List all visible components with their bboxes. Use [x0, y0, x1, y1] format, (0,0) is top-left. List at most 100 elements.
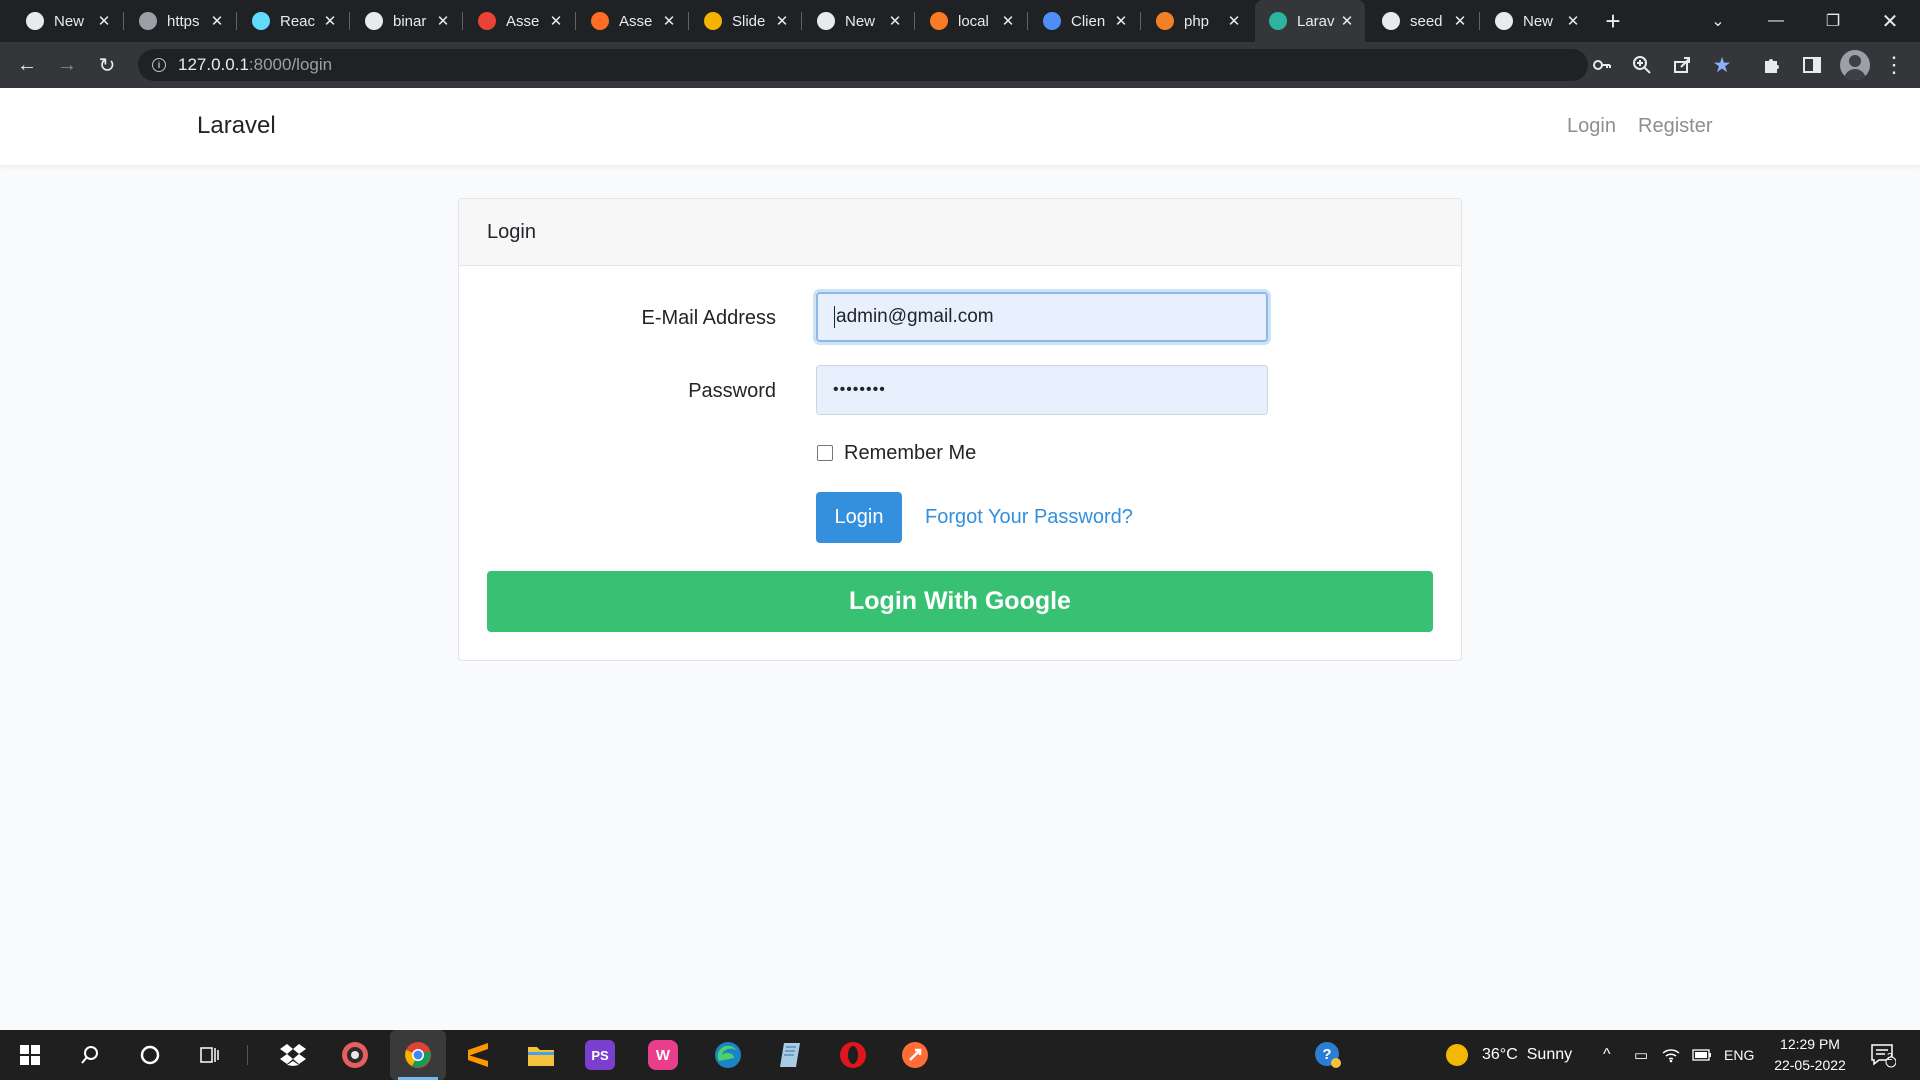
- tab-close-icon[interactable]: ✕: [209, 12, 225, 30]
- minimize-icon[interactable]: —: [1748, 0, 1804, 42]
- tab-close-icon[interactable]: ✕: [661, 12, 677, 30]
- browser-tab[interactable]: Asse ✕: [577, 4, 687, 38]
- notification-center-icon[interactable]: 2: [1870, 1030, 1896, 1080]
- email-field[interactable]: admin@gmail.com: [816, 292, 1268, 342]
- notepad-icon[interactable]: [772, 1037, 808, 1073]
- site-info-icon[interactable]: i: [152, 58, 166, 72]
- tab-close-icon[interactable]: ✕: [1339, 12, 1355, 30]
- battery-icon[interactable]: [1692, 1030, 1712, 1080]
- restore-icon[interactable]: ❐: [1805, 0, 1861, 42]
- tab-close-icon[interactable]: ✕: [1000, 12, 1016, 30]
- tab-close-icon[interactable]: ✕: [1113, 12, 1129, 30]
- browser-tab[interactable]: Reac ✕: [238, 4, 348, 38]
- tab-close-icon[interactable]: ✕: [322, 12, 338, 30]
- password-field[interactable]: ••••••••: [816, 365, 1268, 415]
- browser-tab[interactable]: New ✕: [1481, 4, 1591, 38]
- browser-tab[interactable]: New ✕: [803, 4, 913, 38]
- tab-separator: [1140, 12, 1141, 30]
- laravel-icon: [1269, 12, 1287, 30]
- forward-icon[interactable]: →: [52, 50, 82, 80]
- key-icon[interactable]: [1590, 53, 1614, 77]
- side-panel-icon[interactable]: [1800, 53, 1824, 77]
- close-window-icon[interactable]: ✕: [1862, 0, 1918, 42]
- browser-tab-label: Reac: [280, 12, 316, 30]
- address-bar[interactable]: i 127.0.0.1:8000/login: [138, 49, 1588, 81]
- browser-tab-label: Asse: [506, 12, 540, 30]
- start-icon[interactable]: [12, 1037, 48, 1073]
- tab-separator: [914, 12, 915, 30]
- browser-tab[interactable]: local ✕: [916, 4, 1026, 38]
- tab-close-icon[interactable]: ✕: [1226, 12, 1242, 30]
- phpstorm-icon[interactable]: PS: [585, 1040, 615, 1070]
- tab-close-icon[interactable]: ✕: [1565, 12, 1581, 30]
- task-view-icon[interactable]: [192, 1037, 228, 1073]
- tab-separator: [1027, 12, 1028, 30]
- login-button[interactable]: Login: [816, 492, 902, 543]
- file-explorer-icon[interactable]: [523, 1037, 559, 1073]
- sun-icon: [1446, 1044, 1468, 1066]
- tab-close-icon[interactable]: ✕: [96, 12, 112, 30]
- share-icon[interactable]: [1670, 53, 1694, 77]
- php-icon: [1156, 12, 1174, 30]
- login-with-google-button[interactable]: Login With Google: [487, 571, 1433, 632]
- reload-icon[interactable]: ↻: [92, 50, 122, 80]
- edge-icon[interactable]: [710, 1037, 746, 1073]
- wampserver-icon[interactable]: W: [648, 1040, 678, 1070]
- nav-login-link[interactable]: Login: [1567, 115, 1616, 138]
- bookmark-star-icon[interactable]: ★: [1710, 53, 1734, 77]
- browser-tab[interactable]: https ✕: [125, 4, 235, 38]
- tray-chevron-icon[interactable]: ^: [1603, 1030, 1611, 1080]
- tab-separator: [123, 12, 124, 30]
- wifi-icon[interactable]: [1662, 1030, 1680, 1080]
- tab-separator: [349, 12, 350, 30]
- browser-tab[interactable]: binar ✕: [351, 4, 461, 38]
- dropbox-icon[interactable]: [275, 1037, 311, 1073]
- search-icon[interactable]: [72, 1037, 108, 1073]
- tab-separator: [801, 12, 802, 30]
- weather-widget[interactable]: 36°C Sunny: [1446, 1030, 1572, 1080]
- new-tab-button[interactable]: +: [1598, 6, 1628, 36]
- remember-me-label[interactable]: Remember Me: [844, 442, 976, 465]
- forgot-password-link[interactable]: Forgot Your Password?: [925, 506, 1133, 529]
- help-icon[interactable]: ?: [1310, 1037, 1346, 1073]
- browser-tab[interactable]: Asse ✕: [464, 4, 574, 38]
- browser-tab-label: New: [845, 12, 876, 30]
- tab-close-icon[interactable]: ✕: [548, 12, 564, 30]
- chrome-menu-icon[interactable]: ⋮: [1882, 52, 1906, 77]
- clock-time: 12:29 PM: [1780, 1036, 1840, 1052]
- chrome-taskbar-icon[interactable]: [390, 1030, 446, 1080]
- remember-me-checkbox[interactable]: [817, 445, 833, 461]
- tab-search-icon[interactable]: ⌄: [1690, 0, 1746, 42]
- meet-now-icon[interactable]: ▭: [1634, 1030, 1648, 1080]
- google-icon: [365, 12, 383, 30]
- taskbar-divider: [247, 1045, 248, 1065]
- text-caret: [834, 306, 835, 328]
- tab-close-icon[interactable]: ✕: [1452, 12, 1468, 30]
- tab-close-icon[interactable]: ✕: [774, 12, 790, 30]
- zoom-icon[interactable]: [1630, 53, 1654, 77]
- tab-close-icon[interactable]: ✕: [435, 12, 451, 30]
- extensions-icon[interactable]: [1760, 53, 1784, 77]
- cortana-icon[interactable]: [132, 1037, 168, 1073]
- browser-tab[interactable]: Slide ✕: [690, 4, 800, 38]
- language-indicator[interactable]: ENG: [1724, 1030, 1754, 1080]
- back-icon[interactable]: ←: [12, 50, 42, 80]
- tab-separator: [575, 12, 576, 30]
- opera-icon[interactable]: [835, 1037, 871, 1073]
- clock-date: 22-05-2022: [1774, 1057, 1846, 1073]
- browser-tab[interactable]: Clien ✕: [1029, 4, 1139, 38]
- profile-avatar[interactable]: [1840, 50, 1870, 80]
- sublime-text-icon[interactable]: [460, 1037, 496, 1073]
- tab-separator: [1479, 12, 1480, 30]
- nav-register-link[interactable]: Register: [1638, 115, 1712, 138]
- postman-icon[interactable]: [897, 1037, 933, 1073]
- brand-link[interactable]: Laravel: [197, 112, 276, 140]
- clock[interactable]: 12:29 PM 22-05-2022: [1760, 1034, 1860, 1076]
- browser-tab[interactable]: php ✕: [1142, 4, 1252, 38]
- browser-tab[interactable]: New ✕: [12, 4, 122, 38]
- tab-close-icon[interactable]: ✕: [887, 12, 903, 30]
- obs-icon[interactable]: [337, 1037, 373, 1073]
- api-icon: [1043, 12, 1061, 30]
- browser-tab[interactable]: seed ✕: [1368, 4, 1478, 38]
- browser-tab[interactable]: Larav ✕: [1255, 0, 1365, 42]
